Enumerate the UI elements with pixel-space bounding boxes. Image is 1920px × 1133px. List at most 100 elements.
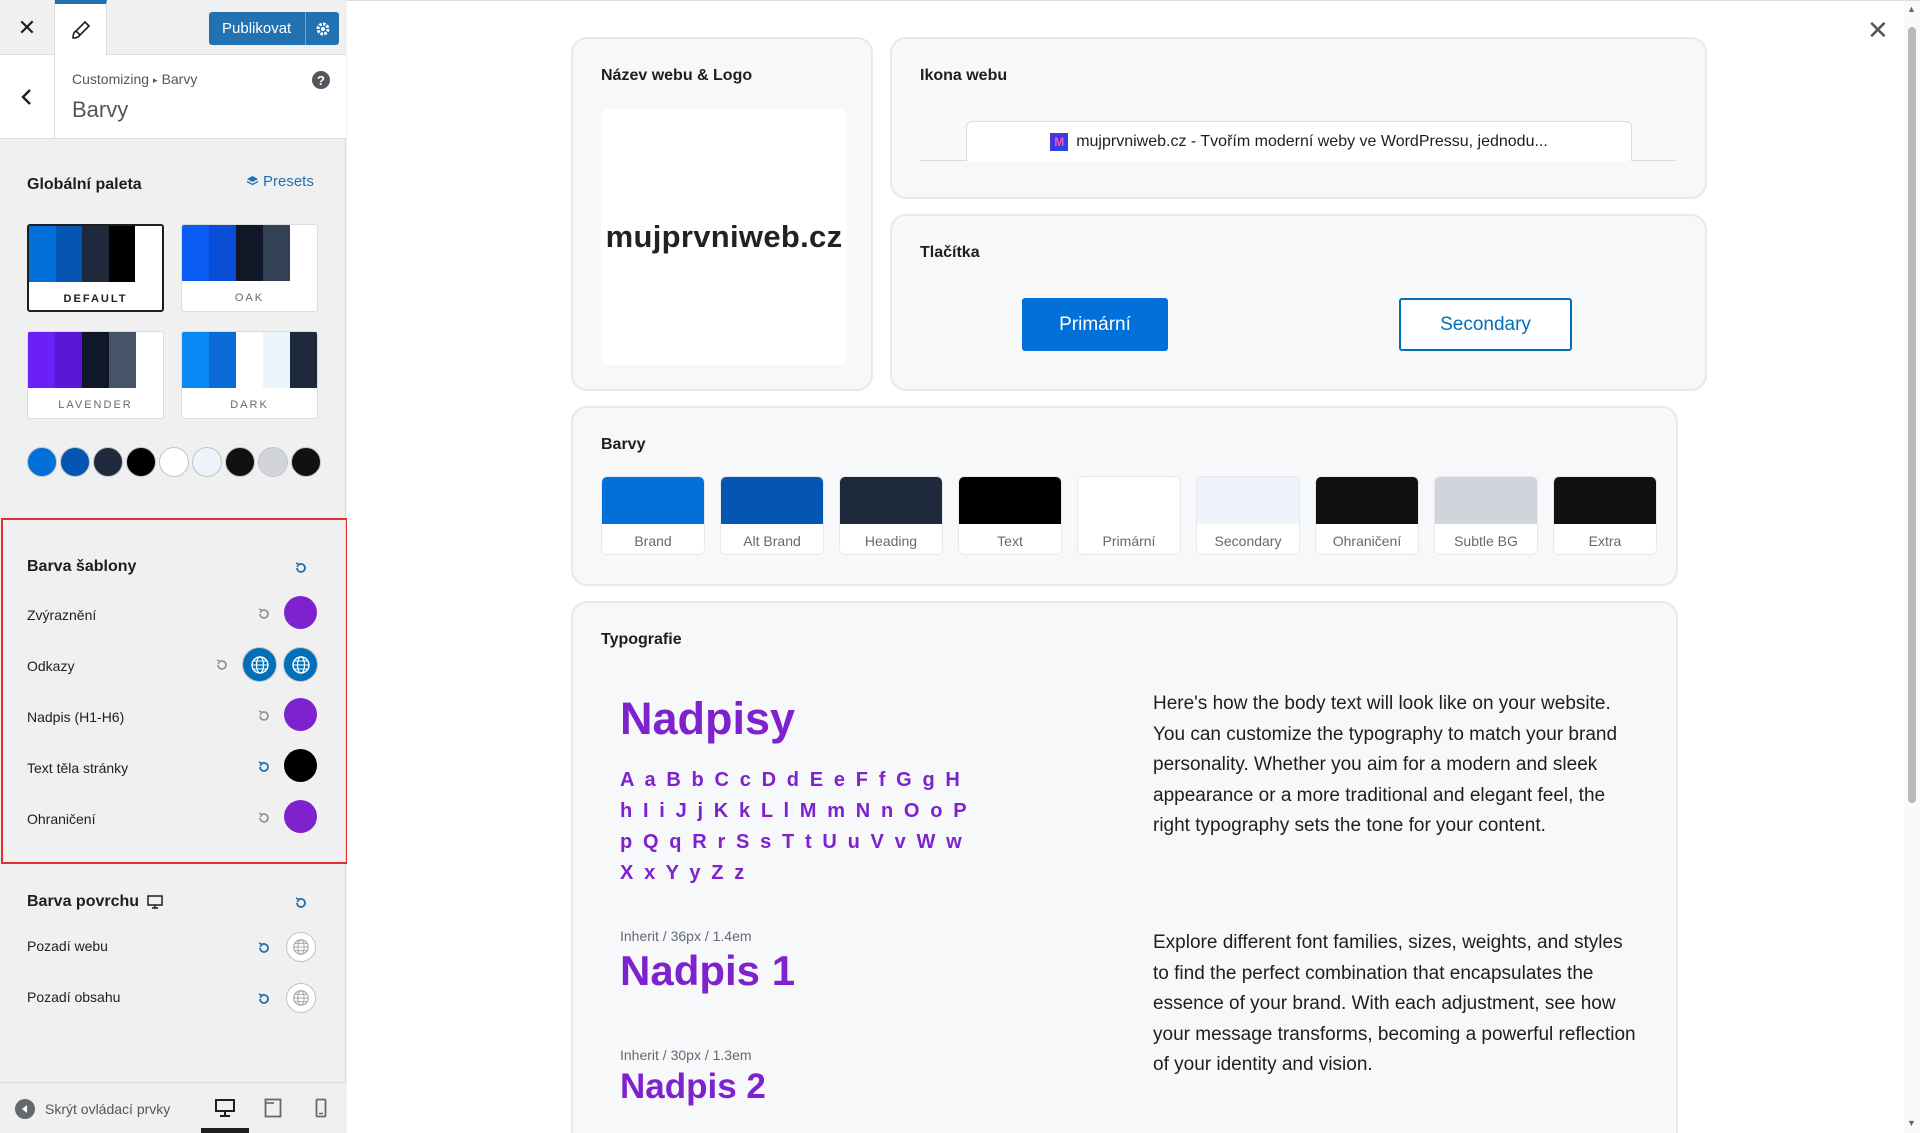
color-tile[interactable]: Secondary [1196,476,1300,555]
palette-default[interactable]: DEFAULT [27,224,164,312]
link-color-picker[interactable] [243,648,276,681]
typography-card: Typografie Nadpisy A a B b C c D d E e F… [571,601,1678,1133]
reset-icon[interactable] [293,560,309,576]
palette-swatch[interactable] [291,447,321,477]
breadcrumb-root: Customizing [72,71,150,87]
preview-tablet-button[interactable] [259,1095,287,1121]
color-tile[interactable]: Ohraničení [1315,476,1419,555]
reset-icon[interactable] [256,991,272,1007]
palette-swatch[interactable] [192,447,222,477]
color-tile[interactable]: Extra [1553,476,1657,555]
primary-button[interactable]: Primární [1022,298,1168,351]
scroll-up-icon[interactable]: ▲ [1907,4,1916,14]
scrollbar-thumb[interactable] [1908,27,1916,803]
card-title: Název webu & Logo [601,67,753,84]
publish-settings-button[interactable] [305,12,339,45]
color-tile[interactable]: Primární [1077,476,1181,555]
presets-link[interactable]: Presets [246,173,314,190]
customizer-topbar: ✕ Publikovat [0,0,346,55]
palette-strip [28,332,163,388]
card-title: Tlačítka [920,244,980,261]
preview-desktop-button[interactable] [211,1095,239,1121]
globe-icon [291,655,310,674]
palette-swatch[interactable] [60,447,90,477]
palette-swatch[interactable] [225,447,255,477]
heading-color-picker[interactable] [284,698,317,731]
palette-swatch[interactable] [126,447,156,477]
palette-swatch[interactable] [93,447,123,477]
palette-lavender[interactable]: LAVENDER [27,331,164,419]
scroll-down-icon[interactable]: ▼ [1907,1118,1916,1128]
color-tile-name: Brand [634,533,672,549]
brush-icon [71,20,90,39]
palette-strip [29,226,162,282]
reset-icon[interactable] [214,657,230,673]
panel-title: Barvy [72,97,129,122]
color-tile[interactable]: Alt Brand [720,476,824,555]
reset-icon[interactable] [293,895,309,911]
border-color-picker[interactable] [284,800,317,833]
hide-controls-button[interactable]: Skrýt ovládací prvky [15,1099,170,1119]
palette-dark[interactable]: DARK [181,331,318,419]
h1-meta: Inherit / 36px / 1.4em [620,928,752,944]
back-button[interactable] [0,55,55,139]
tablet-icon [264,1098,282,1118]
close-icon: ✕ [17,14,37,40]
reset-icon[interactable] [256,708,272,724]
site-preview: ✕ Název webu & Logo mujprvniweb.cz Ikona… [347,0,1920,1133]
palette-swatch[interactable] [159,447,189,477]
content-background-picker[interactable] [286,983,316,1013]
option-label-site-background: Pozadí webu [27,938,108,954]
hide-controls-label: Skrýt ovládací prvky [45,1101,171,1117]
help-icon[interactable]: ? [312,71,330,89]
palette-name: DEFAULT [63,293,128,305]
palette-swatch[interactable] [258,447,288,477]
color-tile[interactable]: Text [958,476,1062,555]
site-background-picker[interactable] [286,932,316,962]
publish-button[interactable]: Publikovat [209,12,339,45]
color-tile-name: Text [997,533,1023,549]
card-title: Barvy [601,436,646,453]
browser-tab[interactable]: M mujprvniweb.cz - Tvořím moderní weby v… [966,121,1632,161]
layers-icon [246,176,259,186]
close-customizer-button[interactable]: ✕ [0,0,55,55]
palette-oak[interactable]: OAK [181,224,318,312]
accent-color-picker[interactable] [284,596,317,629]
palette-strip [182,332,317,388]
color-tile[interactable]: Heading [839,476,943,555]
surface-color-title: Barva povrchu [27,893,140,910]
reset-icon[interactable] [256,940,272,956]
desktop-icon [215,1099,235,1117]
site-icon-card: Ikona webu M mujprvniweb.cz - Tvořím mod… [890,37,1707,199]
color-tile[interactable]: Brand [601,476,705,555]
global-palette-title: Globální paleta [27,176,142,193]
chevron-left-icon [21,89,31,105]
presets-label: Presets [263,173,314,190]
breadcrumb-current: Barvy [161,71,198,87]
breadcrumb: Customizing ▸ Barvy [72,71,197,87]
design-mode-button[interactable] [55,0,107,55]
headings-sample: Nadpisy [620,693,796,744]
reset-icon[interactable] [256,759,272,775]
active-device-indicator [201,1128,249,1133]
logo-text: mujprvniweb.cz [605,219,843,254]
body-text-color-picker[interactable] [284,749,317,782]
color-tile[interactable]: Subtle BG [1434,476,1538,555]
reset-icon[interactable] [256,606,272,622]
h2-meta: Inherit / 30px / 1.3em [620,1047,752,1063]
link-hover-color-picker[interactable] [284,648,317,681]
globe-icon [293,990,309,1006]
h1-sample: Nadpis 1 [620,947,796,994]
color-tiles: Brand Alt Brand Heading Text Primární Se… [601,476,1657,555]
arrow-left-icon [15,1099,35,1119]
body-paragraph-1: Here's how the body text will look like … [1153,693,1618,836]
palette-swatch[interactable] [27,447,57,477]
preview-scrollbar[interactable]: ▲ ▼ [1904,1,1920,1133]
preview-mobile-button[interactable] [307,1095,335,1121]
reset-icon[interactable] [256,810,272,826]
preview-close-icon[interactable]: ✕ [1867,15,1889,46]
color-tile-name: Primární [1102,533,1156,549]
secondary-button[interactable]: Secondary [1399,298,1572,351]
site-logo[interactable]: mujprvniweb.cz [601,109,847,365]
color-tile-name: Alt Brand [743,533,801,549]
